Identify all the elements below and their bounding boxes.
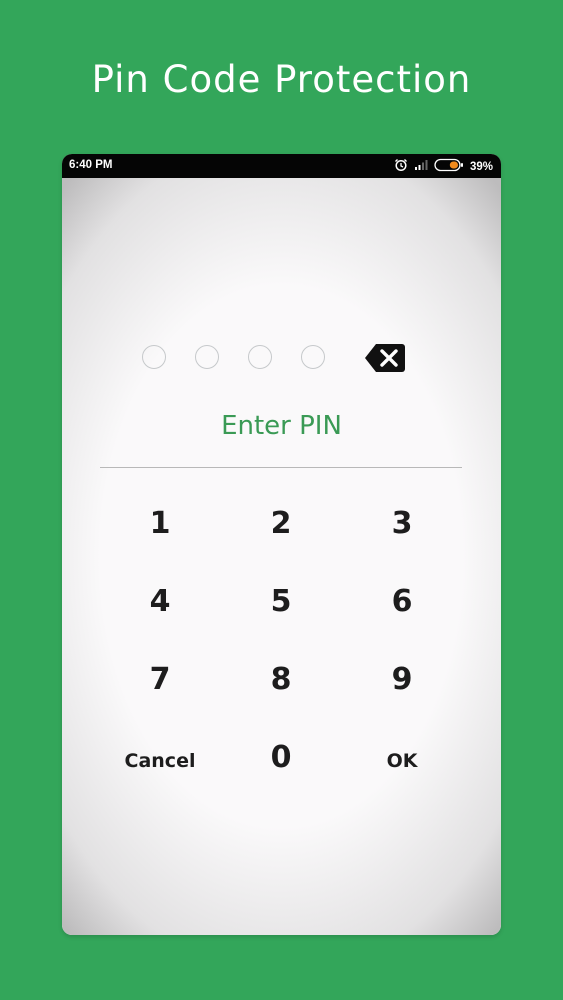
- alarm-icon: [394, 158, 408, 175]
- status-icons: 39%: [394, 158, 493, 175]
- pin-indicator: [142, 345, 325, 369]
- key-8[interactable]: 8: [221, 662, 341, 697]
- key-5[interactable]: 5: [221, 584, 341, 619]
- page-headline: Pin Code Protection: [91, 58, 472, 101]
- ok-button[interactable]: OK: [342, 750, 462, 772]
- status-time: 6:40 PM: [69, 159, 113, 171]
- battery-fill: [449, 161, 458, 169]
- pin-dot: [142, 345, 166, 369]
- battery-icon: [434, 158, 464, 175]
- pin-screen: Enter PIN 1 2 3 4 5 6 7 8 9 Cancel 0 OK: [62, 178, 501, 935]
- key-6[interactable]: 6: [342, 584, 462, 619]
- phone-frame: 6:40 PM 39% Enter PIN 1 2 3 4 5 6 7 8 9 …: [62, 154, 501, 935]
- key-4[interactable]: 4: [100, 584, 220, 619]
- pin-dot: [248, 345, 272, 369]
- key-2[interactable]: 2: [221, 506, 341, 541]
- pin-dot: [301, 345, 325, 369]
- enter-pin-prompt: Enter PIN: [221, 411, 342, 441]
- signal-icon: [414, 159, 428, 174]
- backspace-button[interactable]: [364, 343, 406, 373]
- status-bar: 6:40 PM 39%: [62, 154, 501, 178]
- key-9[interactable]: 9: [342, 662, 462, 697]
- key-3[interactable]: 3: [342, 506, 462, 541]
- key-1[interactable]: 1: [100, 506, 220, 541]
- key-7[interactable]: 7: [100, 662, 220, 697]
- divider: [100, 467, 462, 468]
- cancel-button[interactable]: Cancel: [100, 750, 220, 772]
- key-0[interactable]: 0: [221, 740, 341, 775]
- pin-dot: [195, 345, 219, 369]
- backspace-icon: [365, 344, 405, 372]
- battery-percent: 39%: [469, 160, 493, 173]
